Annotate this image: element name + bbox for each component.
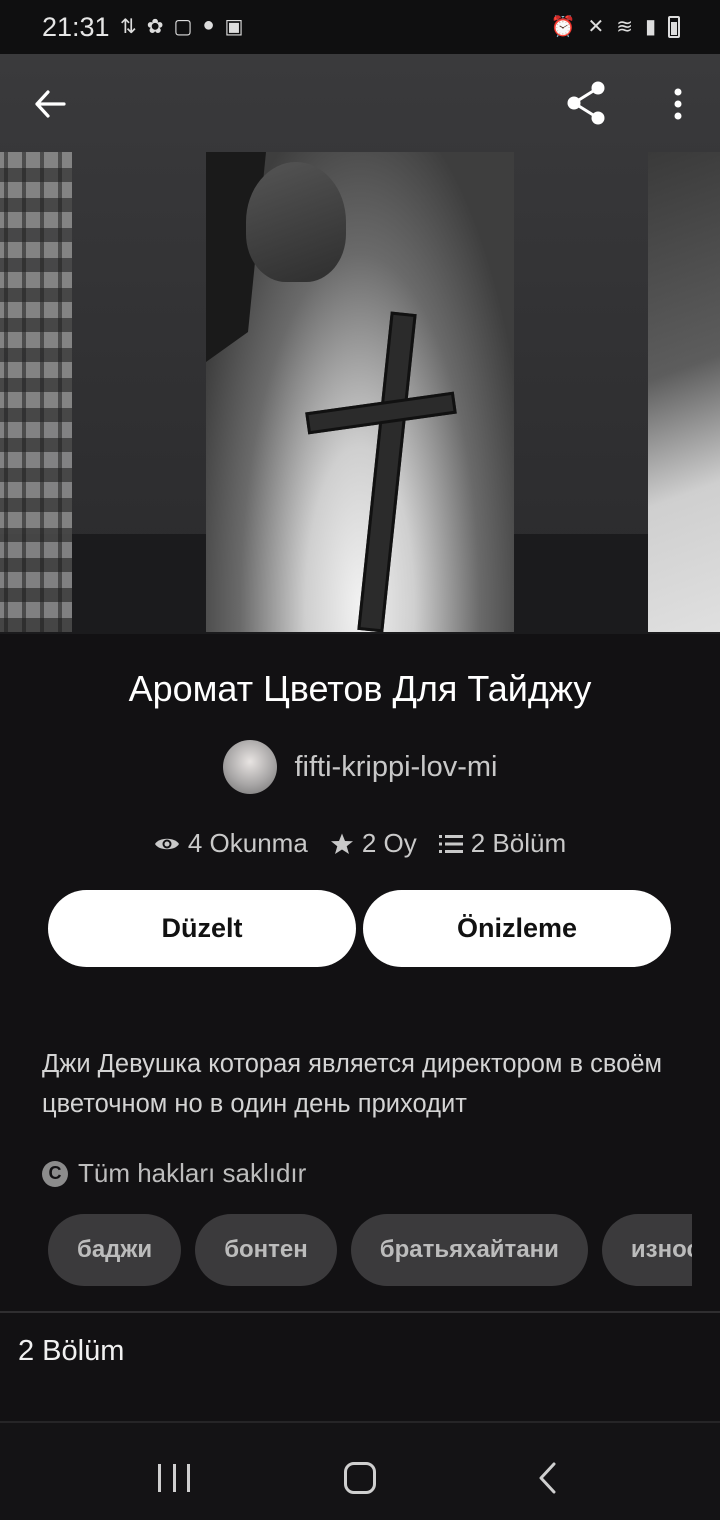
image-icon: ▣ xyxy=(224,16,244,38)
status-icons-right: ⏰ ✕ ≋ ▮ xyxy=(551,14,680,39)
cover-image-current[interactable] xyxy=(206,152,514,632)
divider xyxy=(0,1311,720,1313)
cat-icon: ● xyxy=(202,14,215,36)
signal-icon: ▮ xyxy=(644,16,656,38)
cover-image-next[interactable] xyxy=(648,152,720,632)
preview-button[interactable]: Önizleme xyxy=(363,890,671,967)
star-icon xyxy=(330,833,353,854)
story-title: Аромат Цветов Для Тайджу xyxy=(128,668,592,709)
tag-chip[interactable]: баджи xyxy=(48,1214,182,1286)
avatar[interactable] xyxy=(222,740,277,794)
edit-button[interactable]: Düzelt xyxy=(48,890,356,967)
author-row[interactable]: fifti-krippi-lov-mi xyxy=(0,740,720,794)
votes-count: 2 Oy xyxy=(361,828,417,858)
status-time: 21:31 xyxy=(42,12,110,42)
pet-icon: ✿ xyxy=(146,16,164,38)
more-options-icon[interactable] xyxy=(660,82,696,126)
status-bar: 21:31 ⇅ ✿ ▢ ● ▣ ⏰ ✕ ≋ ▮ xyxy=(0,0,720,54)
tag-list[interactable]: баджи бонтен братьяхайтани износ xyxy=(48,1214,692,1286)
home-icon[interactable] xyxy=(344,1462,376,1494)
data-speed-icon: ⇅ xyxy=(120,16,137,38)
tag-chip[interactable]: износ xyxy=(601,1214,692,1286)
parts-stat: 2 Bölüm xyxy=(438,828,567,859)
cover-carousel[interactable] xyxy=(0,54,720,634)
story-description[interactable]: Джи Девушка которая является директором … xyxy=(42,1044,682,1124)
wifi-icon: ≋ xyxy=(616,16,633,38)
status-icons-left: ⇅ ✿ ▢ ● ▣ xyxy=(120,14,243,39)
parts-count: 2 Bölüm xyxy=(470,828,567,858)
square-icon: ▢ xyxy=(173,16,193,38)
reads-count: 4 Okunma xyxy=(187,828,308,858)
story-stats: 4 Okunma 2 Oy 2 Bölüm xyxy=(0,828,720,859)
votes-stat: 2 Oy xyxy=(330,828,417,859)
share-icon[interactable] xyxy=(562,78,612,128)
back-arrow-icon[interactable] xyxy=(30,84,70,124)
tag-chip[interactable]: бонтен xyxy=(195,1214,337,1286)
chapters-heading[interactable]: 2 Bölüm xyxy=(18,1335,124,1368)
list-icon xyxy=(438,834,463,853)
battery-icon xyxy=(668,15,680,38)
copyright-label: Tüm hakları saklıdır xyxy=(78,1158,307,1188)
copyright-icon: C xyxy=(42,1160,68,1187)
copyright-row: C Tüm hakları saklıdır xyxy=(42,1158,306,1189)
author-name[interactable]: fifti-krippi-lov-mi xyxy=(295,751,498,784)
tag-chip[interactable]: братьяхайтани xyxy=(350,1214,588,1286)
cover-image-previous[interactable] xyxy=(0,152,72,632)
recent-apps-icon[interactable] xyxy=(158,1464,190,1492)
mute-icon: ✕ xyxy=(587,16,605,38)
back-nav-icon[interactable] xyxy=(536,1462,560,1494)
alarm-icon: ⏰ xyxy=(550,16,576,38)
reads-stat: 4 Okunma xyxy=(154,828,308,859)
eye-icon xyxy=(154,838,179,849)
